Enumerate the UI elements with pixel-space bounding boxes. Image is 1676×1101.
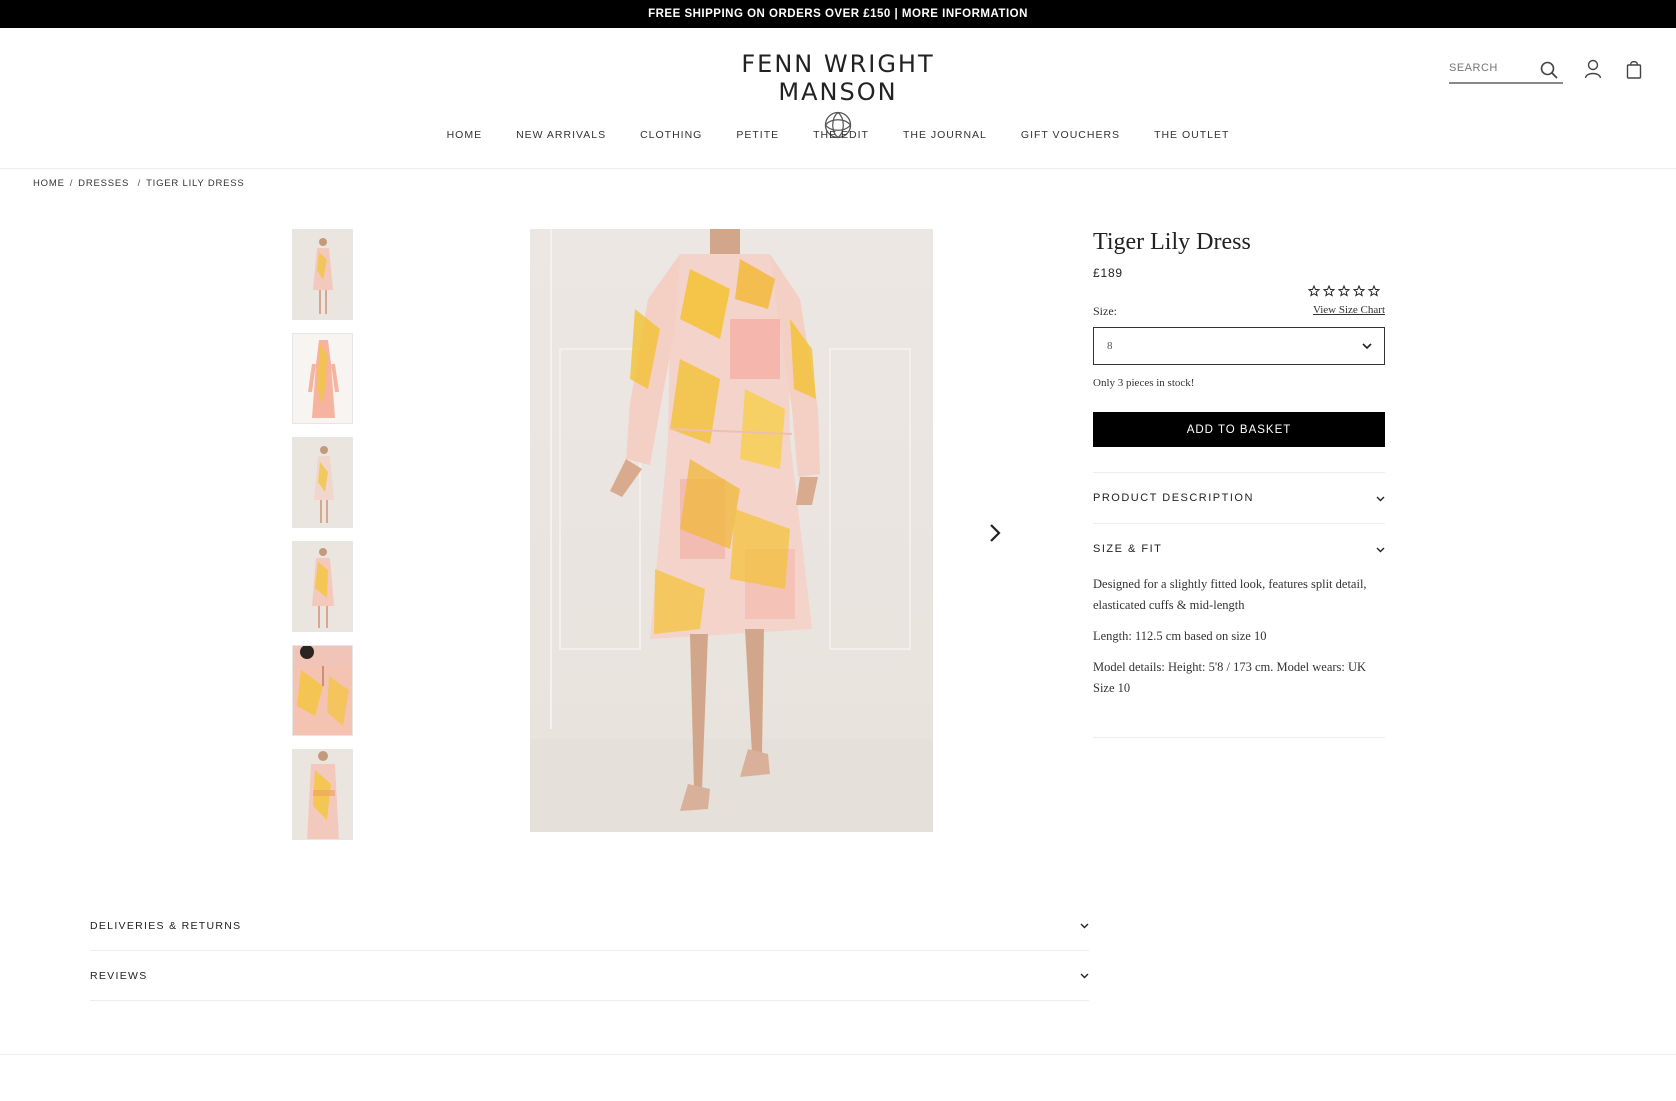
breadcrumb-separator: / — [134, 178, 142, 189]
breadcrumb-home[interactable]: HOME — [33, 178, 65, 189]
breadcrumb: HOME / DRESSES / TIGER LILY DRESS — [33, 178, 245, 189]
size-fit-description: Designed for a slightly fitted look, fea… — [1093, 577, 1367, 612]
star-icon — [1308, 285, 1320, 297]
lower-accordions: DELIVERIES & RETURNS REVIEWS — [90, 901, 1089, 1001]
breadcrumb-separator: / — [69, 178, 74, 189]
add-to-basket-button[interactable]: ADD TO BASKET — [1093, 412, 1385, 447]
accordion-deliveries-returns[interactable]: DELIVERIES & RETURNS — [90, 901, 1089, 951]
accordion-size-fit[interactable]: SIZE & FIT — [1093, 523, 1385, 574]
product-thumbnail[interactable] — [292, 645, 353, 736]
footer-divider — [0, 1054, 1676, 1055]
nav-item-gift-vouchers[interactable]: GIFT VOUCHERS — [1004, 129, 1137, 141]
star-icon — [1368, 285, 1380, 297]
product-thumbnail[interactable] — [292, 333, 353, 424]
nav-item-new-arrivals[interactable]: NEW ARRIVALS — [499, 129, 623, 141]
star-icon — [1323, 285, 1335, 297]
star-icon — [1353, 285, 1365, 297]
size-fit-model-details: Model details: Height: 5'8 / 173 cm. Mod… — [1093, 660, 1367, 695]
account-icon[interactable] — [1584, 59, 1602, 79]
basket-icon[interactable] — [1626, 60, 1642, 79]
stock-message: Only 3 pieces in stock! — [1093, 377, 1195, 389]
accordion-label: DELIVERIES & RETURNS — [90, 919, 242, 932]
brand-name: FENN WRIGHT MANSON — [741, 50, 935, 106]
main-product-image[interactable] — [530, 229, 933, 832]
nav-item-home[interactable]: HOME — [430, 129, 500, 141]
rating-stars[interactable] — [1308, 285, 1380, 297]
star-icon — [1338, 285, 1350, 297]
product-price: £189 — [1093, 266, 1123, 280]
size-select[interactable]: 8 — [1093, 327, 1385, 365]
announcement-text[interactable]: FREE SHIPPING ON ORDERS OVER £150 | MORE… — [648, 8, 1028, 20]
search-input[interactable] — [1449, 59, 1539, 74]
main-nav: HOME NEW ARRIVALS CLOTHING PETITE THE ED… — [0, 129, 1676, 141]
nav-item-the-journal[interactable]: THE JOURNAL — [886, 129, 1004, 141]
chevron-down-icon — [1362, 343, 1372, 350]
thumbnail-image — [293, 334, 352, 423]
product-panel: Tiger Lily Dress £189 View Size Chart Si… — [1093, 229, 1385, 738]
announcement-bar[interactable]: FREE SHIPPING ON ORDERS OVER £150 | MORE… — [0, 0, 1676, 28]
chevron-down-icon — [1376, 496, 1385, 501]
chevron-right-icon[interactable] — [988, 522, 1002, 544]
accordion-reviews[interactable]: REVIEWS — [90, 951, 1089, 1001]
product-thumbnail[interactable] — [292, 749, 353, 840]
breadcrumb-dresses[interactable]: DRESSES — [78, 178, 129, 189]
product-thumbnail[interactable] — [292, 229, 353, 320]
accordion-label: PRODUCT DESCRIPTION — [1093, 492, 1254, 504]
chevron-down-icon — [1080, 923, 1089, 929]
nav-item-petite[interactable]: PETITE — [719, 129, 796, 141]
search-icon[interactable] — [1540, 61, 1558, 79]
thumbnail-image — [293, 230, 352, 319]
product-thumbnail[interactable] — [292, 437, 353, 528]
nav-item-the-edit[interactable]: THE EDIT — [796, 129, 886, 141]
chevron-down-icon — [1080, 973, 1089, 979]
brand-logo[interactable]: FENN WRIGHT MANSON — [693, 50, 983, 140]
size-fit-length: Length: 112.5 cm based on size 10 — [1093, 629, 1267, 643]
size-select-value: 8 — [1107, 340, 1113, 352]
thumbnail-image — [293, 542, 352, 631]
product-thumbnail[interactable] — [292, 541, 353, 632]
accordion-product-description[interactable]: PRODUCT DESCRIPTION — [1093, 472, 1385, 523]
breadcrumb-current: TIGER LILY DRESS — [146, 178, 245, 189]
nav-item-clothing[interactable]: CLOTHING — [623, 129, 719, 141]
header-divider — [0, 168, 1676, 169]
thumbnail-image — [293, 646, 352, 735]
thumbnail-image — [293, 438, 352, 527]
size-fit-content: Designed for a slightly fitted look, fea… — [1093, 574, 1385, 738]
nav-item-the-outlet[interactable]: THE OUTLET — [1137, 129, 1246, 141]
dress-photo — [530, 229, 933, 832]
chevron-down-icon — [1376, 547, 1385, 552]
product-title: Tiger Lily Dress — [1093, 229, 1251, 255]
accordion-label: REVIEWS — [90, 969, 148, 982]
size-chart-link[interactable]: View Size Chart — [1313, 304, 1385, 316]
accordion-label: SIZE & FIT — [1093, 543, 1163, 555]
thumbnail-list — [292, 229, 353, 853]
thumbnail-image — [293, 750, 352, 839]
